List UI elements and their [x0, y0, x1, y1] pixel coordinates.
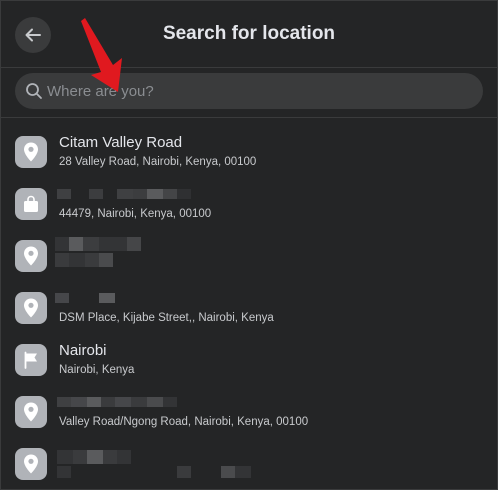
- search-bar: [1, 68, 497, 117]
- location-badge: [15, 448, 47, 480]
- location-address: 28 Valley Road, Nairobi, Kenya, 00100: [59, 156, 257, 168]
- location-item[interactable]: DSM Place, Kijabe Street,, Nairobi, Keny…: [1, 284, 497, 336]
- redacted-address: [57, 466, 257, 478]
- map-pin-icon: [24, 298, 38, 318]
- redacted-name: [57, 397, 177, 407]
- location-item[interactable]: [1, 440, 497, 489]
- location-item[interactable]: Nairobi Nairobi, Kenya: [1, 336, 497, 388]
- search-input[interactable]: [15, 73, 483, 109]
- redacted-name: [57, 189, 219, 199]
- location-badge: [15, 136, 47, 168]
- location-badge: [15, 344, 47, 376]
- map-pin-icon: [24, 454, 38, 474]
- location-name: Nairobi: [59, 342, 107, 359]
- map-pin-icon: [24, 142, 38, 162]
- map-pin-icon: [24, 402, 38, 422]
- redacted-name: [55, 293, 117, 303]
- location-list: Citam Valley Road 28 Valley Road, Nairob…: [1, 118, 497, 489]
- dialog-header: Search for location: [1, 1, 497, 67]
- location-address: Valley Road/Ngong Road, Nairobi, Kenya, …: [59, 416, 309, 428]
- location-address: DSM Place, Kijabe Street,, Nairobi, Keny…: [59, 312, 274, 324]
- location-badge: [15, 188, 47, 220]
- flag-icon: [24, 351, 37, 369]
- redacted-name: [57, 450, 135, 464]
- location-search-dialog: Search for location Citam Valley Road 28…: [0, 0, 498, 490]
- redacted-address: [55, 253, 115, 267]
- search-icon: [26, 83, 42, 99]
- shopping-bag-icon: [24, 195, 38, 212]
- map-pin-icon: [24, 246, 38, 266]
- location-name: Citam Valley Road: [59, 134, 183, 151]
- location-address: 44479, Nairobi, Kenya, 00100: [59, 208, 212, 220]
- location-item[interactable]: [1, 232, 497, 284]
- location-address: Nairobi, Kenya: [59, 364, 135, 376]
- redacted-name: [55, 237, 159, 251]
- search-box[interactable]: [15, 73, 483, 109]
- location-badge: [15, 292, 47, 324]
- dialog-title: Search for location: [162, 23, 336, 44]
- location-item[interactable]: 44479, Nairobi, Kenya, 00100: [1, 180, 497, 232]
- location-badge: [15, 240, 47, 272]
- location-badge: [15, 396, 47, 428]
- location-item[interactable]: Valley Road/Ngong Road, Nairobi, Kenya, …: [1, 388, 497, 440]
- location-item[interactable]: Citam Valley Road 28 Valley Road, Nairob…: [1, 128, 497, 180]
